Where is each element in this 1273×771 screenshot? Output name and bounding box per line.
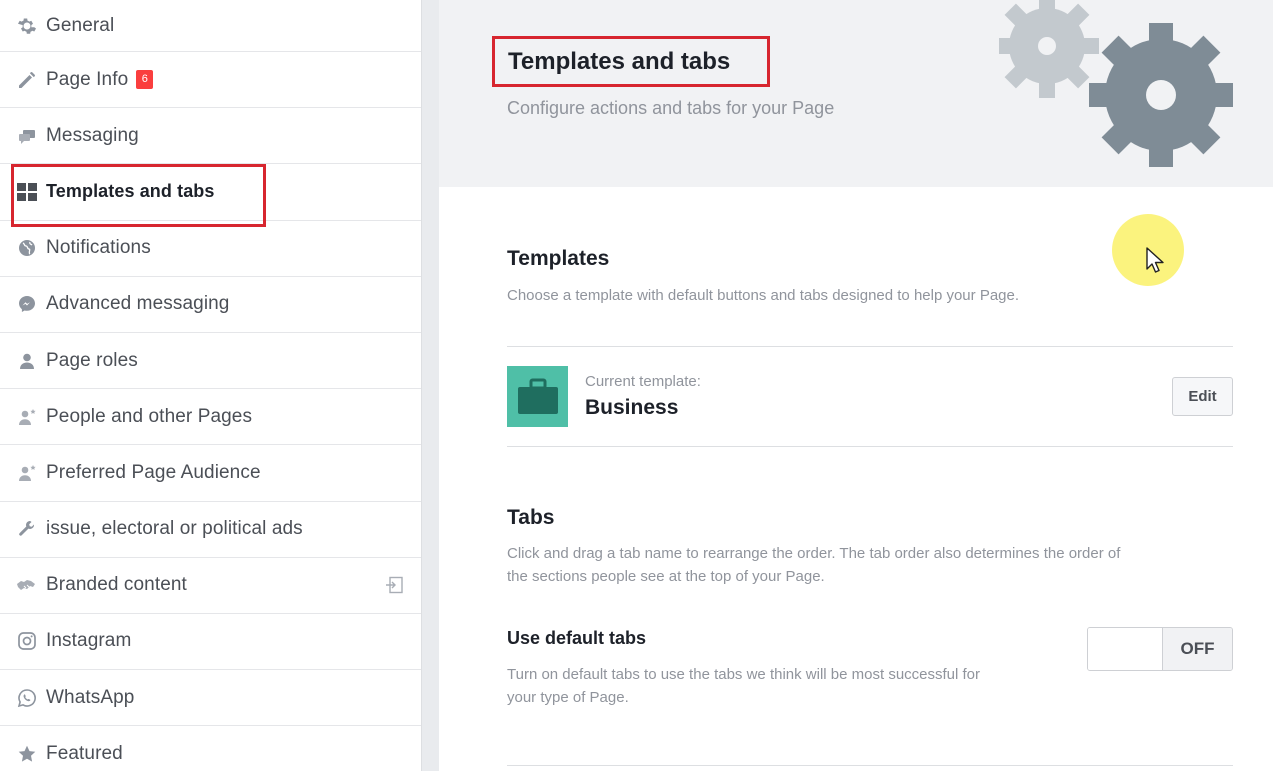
- sidebar-item-label: Page Info: [46, 68, 129, 90]
- default-tabs-description-line1: Turn on default tabs to use the tabs we …: [507, 666, 981, 683]
- sidebar-item-general[interactable]: General: [0, 0, 421, 52]
- sidebar-item-label: Branded content: [46, 574, 187, 596]
- edit-template-button[interactable]: Edit: [1172, 377, 1233, 416]
- templates-title: Templates: [507, 247, 610, 270]
- sidebar-item-political-ads[interactable]: issue, electoral or political ads: [0, 502, 421, 558]
- sidebar-item-advanced-messaging[interactable]: Advanced messaging: [0, 277, 421, 333]
- default-tabs-title: Use default tabs: [507, 628, 647, 648]
- sidebar-item-label: Notifications: [46, 237, 151, 259]
- business-template-thumbnail: [507, 366, 568, 427]
- sidebar-item-label: Featured: [46, 742, 123, 764]
- tabs-description-line2: the sections people see at the top of yo…: [507, 568, 825, 585]
- globe-icon: [16, 237, 38, 259]
- wrench-icon: [16, 518, 38, 540]
- sidebar-item-messaging[interactable]: Messaging: [0, 108, 421, 165]
- current-template-value: Business: [585, 396, 679, 419]
- sidebar-item-people-and-other-pages[interactable]: People and other Pages: [0, 389, 421, 446]
- sidebar-item-preferred-page-audience[interactable]: Preferred Page Audience: [0, 445, 421, 502]
- sidebar-item-page-info[interactable]: Page Info 6: [0, 52, 421, 109]
- sidebar-item-label: Preferred Page Audience: [46, 461, 261, 483]
- sidebar-item-branded-content[interactable]: Branded content: [0, 558, 421, 614]
- settings-sidebar: General Page Info 6 Messaging Templates …: [0, 0, 422, 771]
- tabs-description-line1: Click and drag a tab name to rearrange t…: [507, 545, 1121, 562]
- sidebar-divider: [423, 0, 439, 771]
- instagram-icon: [16, 630, 38, 652]
- star-icon: [16, 743, 38, 765]
- sidebar-item-label: People and other Pages: [46, 405, 253, 427]
- handshake-icon: [16, 574, 38, 596]
- settings-page: General Page Info 6 Messaging Templates …: [0, 0, 1273, 771]
- main-panel: Templates and tabs Configure actions and…: [439, 0, 1273, 771]
- person-star-icon: [16, 406, 38, 428]
- tabs-title: Tabs: [507, 506, 555, 529]
- sidebar-item-label: WhatsApp: [46, 686, 135, 708]
- gear-icon: [16, 15, 38, 37]
- sidebar-item-label: Advanced messaging: [46, 293, 230, 315]
- toggle-track: [1088, 628, 1162, 670]
- mouse-pointer-icon: [1146, 247, 1164, 273]
- default-tabs-description-line2: your type of Page.: [507, 689, 629, 706]
- divider: [507, 446, 1233, 447]
- sidebar-item-page-roles[interactable]: Page roles: [0, 333, 421, 390]
- toggle-state-label: OFF: [1162, 628, 1232, 670]
- sidebar-item-label: Instagram: [46, 630, 132, 652]
- divider: [507, 346, 1233, 347]
- sidebar-item-whatsapp[interactable]: WhatsApp: [0, 670, 421, 727]
- chat-icon: [16, 125, 38, 147]
- notification-badge: 6: [136, 70, 154, 90]
- default-tabs-toggle[interactable]: OFF: [1087, 627, 1233, 671]
- pencil-icon: [16, 69, 38, 91]
- sidebar-item-notifications[interactable]: Notifications: [0, 221, 421, 277]
- current-template-label: Current template:: [585, 373, 701, 390]
- sidebar-item-label: Page roles: [46, 349, 138, 371]
- sidebar-item-label: issue, electoral or political ads: [46, 518, 303, 540]
- export-icon[interactable]: [385, 575, 405, 595]
- sidebar-highlight-annotation: [11, 164, 266, 227]
- page-header: Templates and tabs Configure actions and…: [439, 0, 1273, 187]
- person-icon: [16, 350, 38, 372]
- briefcase-icon: [517, 378, 558, 414]
- sidebar-item-instagram[interactable]: Instagram: [0, 614, 421, 671]
- person-star-icon: [16, 462, 38, 484]
- messenger-icon: [16, 293, 38, 315]
- sidebar-item-label: Messaging: [46, 124, 139, 146]
- gears-icon: [999, 0, 1233, 167]
- page-subtitle: Configure actions and tabs for your Page: [507, 98, 835, 118]
- divider: [507, 765, 1233, 766]
- sidebar-item-featured[interactable]: Featured: [0, 726, 421, 771]
- templates-description: Choose a template with default buttons a…: [507, 287, 1020, 304]
- title-highlight-annotation: [492, 36, 770, 87]
- whatsapp-icon: [16, 687, 38, 709]
- sidebar-item-label: General: [46, 14, 115, 36]
